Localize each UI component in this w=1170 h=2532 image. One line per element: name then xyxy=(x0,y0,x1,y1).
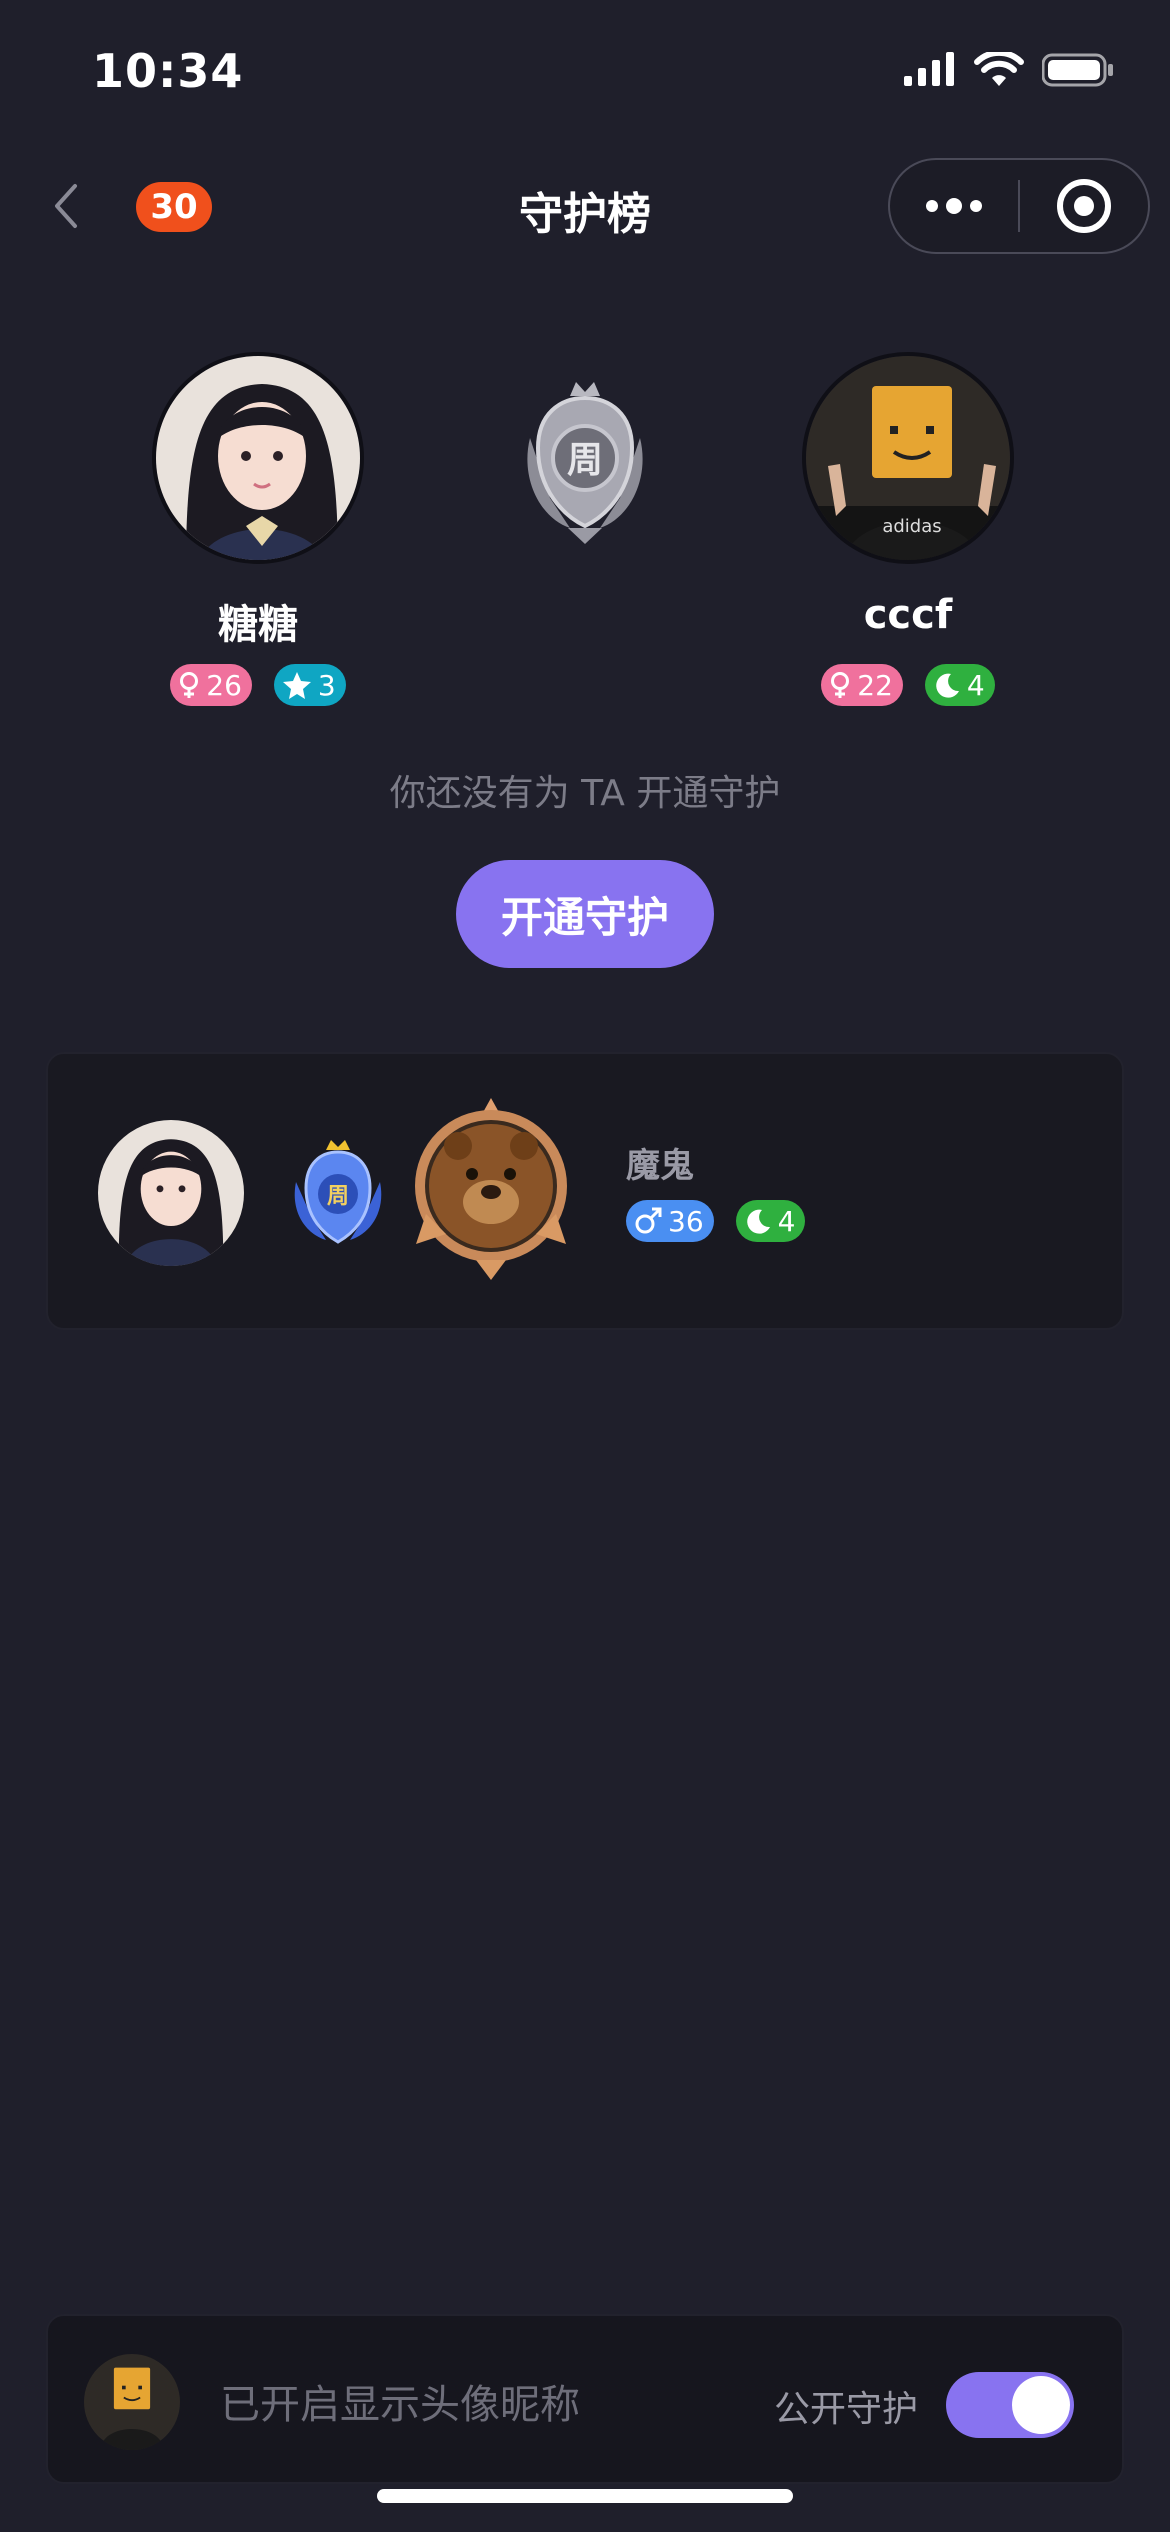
guardian-name: 魔鬼 xyxy=(626,1146,694,1186)
guardian-tags: 36 4 xyxy=(626,1200,806,1242)
left-user-name: 糖糖 xyxy=(218,602,298,648)
svg-text:adidas: adidas xyxy=(882,516,941,537)
right-user-name: cccf xyxy=(863,592,953,638)
public-guard-toggle[interactable] xyxy=(946,2372,1074,2438)
close-button[interactable] xyxy=(1020,160,1148,252)
star-icon xyxy=(282,672,311,699)
level-value: 4 xyxy=(777,1204,796,1238)
left-user-tags: 26 3 xyxy=(128,664,388,706)
status-time: 10:34 xyxy=(92,44,244,98)
age-value: 26 xyxy=(206,668,242,702)
mini-program-capsule xyxy=(888,158,1150,254)
bear-avatar-icon xyxy=(415,1098,567,1280)
female-age-chip: 22 xyxy=(821,664,903,706)
toggle-knob xyxy=(1012,2376,1070,2434)
target-close-icon xyxy=(1057,179,1111,233)
moon-icon xyxy=(936,673,959,698)
more-button[interactable] xyxy=(890,160,1018,252)
age-value: 36 xyxy=(668,1204,704,1238)
display-avatar-nickname-text: 已开启显示头像昵称 xyxy=(220,2382,580,2428)
moon-level-chip: 4 xyxy=(735,1200,806,1242)
guard-card[interactable]: 周 魔鬼 36 4 xyxy=(46,1052,1124,1330)
right-user-tags: 22 4 xyxy=(778,664,1038,706)
my-avatar xyxy=(84,2354,180,2450)
girl-avatar-icon xyxy=(156,356,360,560)
moon-icon xyxy=(746,1209,770,1234)
public-guard-label: 公开守护 xyxy=(774,2389,919,2430)
right-user-avatar[interactable]: adidas xyxy=(802,352,1014,564)
svg-text:周: 周 xyxy=(567,440,603,481)
left-user-avatar[interactable] xyxy=(152,352,364,564)
silver-crest-icon: 周 xyxy=(527,382,643,544)
male-age-chip: 36 xyxy=(626,1200,714,1242)
svg-text:周: 周 xyxy=(327,1184,349,1209)
box-head-avatar-icon xyxy=(84,2354,180,2450)
box-head-avatar-icon: adidas xyxy=(806,356,1010,560)
male-icon xyxy=(635,1207,662,1234)
more-dots-icon xyxy=(926,198,982,214)
female-age-chip: 26 xyxy=(170,664,252,706)
level-value: 3 xyxy=(317,668,336,702)
cellular-signal-icon xyxy=(904,52,954,86)
no-guard-message: 你还没有为 TA 开通守护 xyxy=(389,773,781,814)
status-icons xyxy=(902,52,1114,88)
age-value: 22 xyxy=(857,668,893,702)
female-icon xyxy=(180,672,199,698)
star-level-chip: 3 xyxy=(273,664,346,706)
open-guard-button[interactable]: 开通守护 xyxy=(456,860,714,968)
girl-avatar-icon xyxy=(98,1120,244,1266)
guardian-avatar-frame xyxy=(406,1094,576,1284)
blue-crest-icon: 周 xyxy=(294,1140,382,1244)
home-indicator xyxy=(377,2489,793,2503)
weekly-guard-emblem: 周 xyxy=(510,378,660,548)
bottom-bar: 已开启显示头像昵称 公开守护 xyxy=(46,2314,1124,2484)
wifi-icon xyxy=(974,52,1024,86)
card-owner-avatar xyxy=(98,1120,244,1266)
battery-icon xyxy=(1042,53,1113,87)
female-icon xyxy=(831,672,850,698)
moon-level-chip: 4 xyxy=(924,664,995,706)
weekly-guard-badge: 周 xyxy=(286,1138,390,1254)
level-value: 4 xyxy=(966,668,985,702)
